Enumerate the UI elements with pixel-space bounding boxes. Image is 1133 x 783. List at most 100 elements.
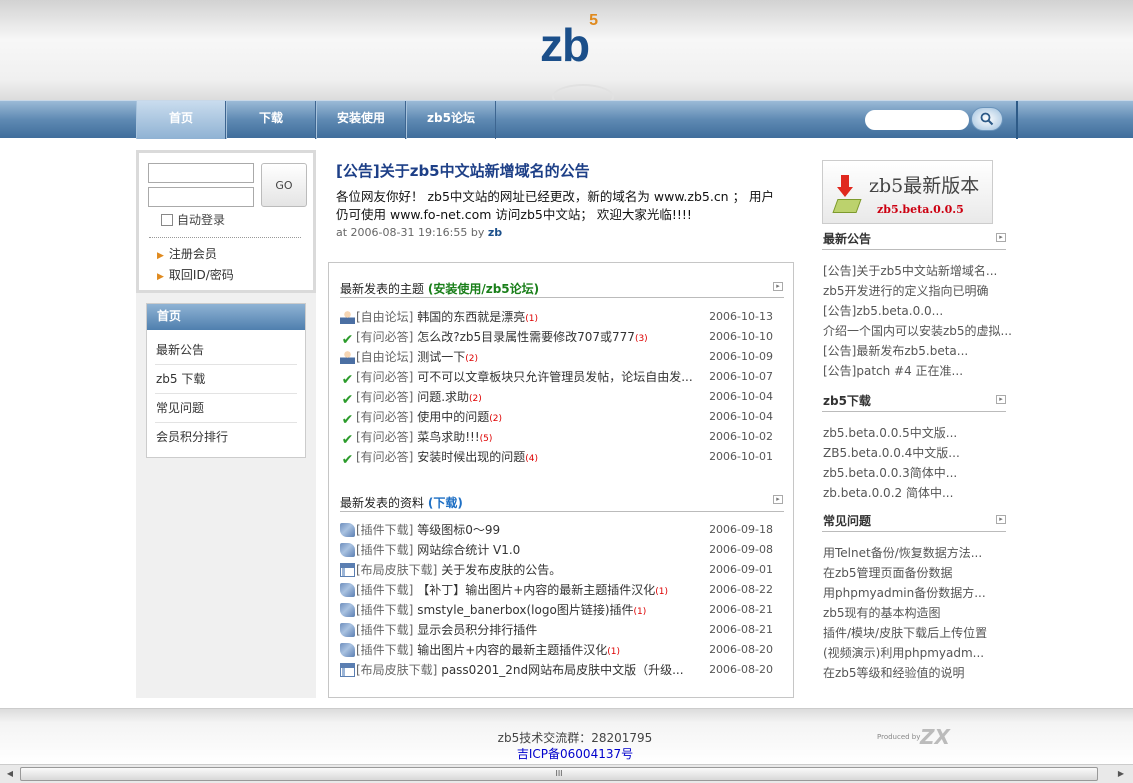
plugin-icon [340,583,355,597]
right-list-item[interactable]: [公告]最新发布zb5.beta... [823,342,968,359]
item-title[interactable]: 可不可以文章板块只允许管理员发帖，论坛自由发... [417,370,692,384]
right-list-item[interactable]: 在zb5等级和经验值的说明 [823,664,965,681]
list-item[interactable]: [插件下载] 显示会员积分排行插件 2006-08-21 [340,620,784,640]
item-title[interactable]: 显示会员积分排行插件 [417,623,537,637]
more-arrow-icon[interactable]: ▸ [996,515,1006,524]
item-date: 2006-10-13 [709,310,773,323]
item-title[interactable]: 韩国的东西就是漂亮 [417,310,525,324]
password-input[interactable] [148,187,254,207]
nav-forum[interactable]: zb5论坛 [406,101,496,139]
list-item[interactable]: [布局皮肤下载] pass0201_2nd网站布局皮肤中文版（升级... 2006… [340,660,784,680]
left-menu-item-ranking[interactable]: 会员积分排行 [155,423,297,452]
right-list-item[interactable]: zb5.beta.0.0.5中文版... [823,424,957,441]
list-item[interactable]: [插件下载] 输出图片+内容的最新主题插件汉化(1) 2006-08-20 [340,640,784,660]
footer-icp-link[interactable]: 吉ICP备06004137号 [0,745,1133,762]
list-item[interactable]: ✔ [有问必答] 使用中的问题(2) 2006-10-04 [340,407,784,427]
right-list-item[interactable]: 插件/模块/皮肤下载后上传位置 [823,624,987,641]
list-item[interactable]: [插件下载] 网站综合统计 V1.0 2006-09-08 [340,540,784,560]
right-list-item[interactable]: 介绍一个国内可以安装zb5的虚拟... [823,322,1012,339]
more-arrow-icon[interactable]: ▸ [996,395,1006,404]
list-item[interactable]: ✔ [有问必答] 菜鸟求助!!!(5) 2006-10-02 [340,427,784,447]
search-button[interactable] [971,107,1003,131]
item-title[interactable]: smstyle_banerbox(logo图片链接)插件 [417,603,633,617]
right-section-title: zb5下载 [823,394,871,408]
item-category: [有问必答] [356,430,414,444]
list-item[interactable]: ✔ [有问必答] 问题.求助(2) 2006-10-04 [340,387,784,407]
plugin-icon [340,543,355,557]
banner-version: zb5.beta.0.0.5 [877,203,964,216]
horizontal-scrollbar[interactable]: ◀ III ▶ [0,764,1133,783]
right-list-item[interactable]: 用phpmyadmin备份数据方... [823,584,986,601]
right-list-item[interactable]: [公告]zb5.beta.0.0... [823,302,943,319]
item-category: [有问必答] [356,370,414,384]
right-list-item[interactable]: 在zb5管理页面备份数据 [823,564,953,581]
left-menu-item-announcements[interactable]: 最新公告 [155,336,297,365]
item-title[interactable]: 测试一下 [417,350,465,364]
reply-count: (3) [634,334,648,344]
reply-count: (2) [465,354,478,364]
section-divider [822,249,1006,250]
more-arrow-icon[interactable]: ▸ [773,495,783,504]
nav-install[interactable]: 安装使用 [316,101,406,139]
list-item[interactable]: ✔ [有问必答] 怎么改?zb5目录属性需要修改707或777(3) 2006-10… [340,327,784,347]
item-category: [有问必答] [356,330,414,344]
announcement-title[interactable]: [公告]关于zb5中文站新增域名的公告 [336,160,590,181]
item-category: [插件下载] [356,623,414,637]
scroll-right-icon[interactable]: ▶ [1113,767,1129,781]
list-item[interactable]: [插件下载] 等级图标0～99 2006-09-18 [340,520,784,540]
more-arrow-icon[interactable]: ▸ [773,282,783,291]
auto-login-checkbox[interactable] [161,213,173,226]
item-title[interactable]: 菜鸟求助!!! [417,430,479,444]
reply-count: (4) [525,454,538,464]
recover-password-link[interactable]: ▶ 取回ID/密码 [157,266,234,283]
item-title[interactable]: 关于发布皮肤的公告。 [441,563,561,577]
reply-count: (2) [489,414,502,424]
announcement-author-link[interactable]: zb [488,226,502,239]
more-arrow-icon[interactable]: ▸ [996,233,1006,242]
nav-home[interactable]: 首页 [136,101,226,139]
right-list-item[interactable]: 用Telnet备份/恢复数据方法... [823,544,982,561]
right-list-item[interactable]: [公告]关于zb5中文站新增域名... [823,262,997,279]
item-title[interactable]: 网站综合统计 V1.0 [417,543,520,557]
nav-download[interactable]: 下载 [226,101,316,139]
latest-version-banner[interactable]: zb5最新版本 zb5.beta.0.0.5 [822,160,993,224]
right-list-item[interactable]: zb5现有的基本构造图 [823,604,941,621]
item-title[interactable]: pass0201_2nd网站布局皮肤中文版（升级... [441,663,683,677]
scrollbar-thumb[interactable]: III [20,767,1098,781]
username-input[interactable] [148,163,254,183]
item-title[interactable]: 【补丁】输出图片+内容的最新主题插件汉化 [417,583,655,597]
right-list-item[interactable]: zb5.beta.0.0.3简体中... [823,464,957,481]
right-list-item[interactable]: zb5开发进行的定义指向已明确 [823,282,989,299]
auto-login-option[interactable]: 自动登录 [161,211,225,228]
list-item[interactable]: [布局皮肤下载] 关于发布皮肤的公告。 2006-09-01 [340,560,784,580]
item-title[interactable]: 问题.求助 [417,390,469,404]
downloads-section-title: 最新发表的资料 (下载) [340,496,463,510]
check-icon: ✔ [341,392,354,408]
item-title[interactable]: 使用中的问题 [417,410,489,424]
right-list-item[interactable]: (视频演示)利用phpmyadm... [823,644,984,661]
item-category: [插件下载] [356,523,414,537]
site-logo[interactable]: zb5 [540,12,598,72]
scroll-left-icon[interactable]: ◀ [2,767,18,781]
list-item[interactable]: [自由论坛] 韩国的东西就是漂亮(1) 2006-10-13 [340,307,784,327]
item-title[interactable]: 输出图片+内容的最新主题插件汉化 [417,643,607,657]
item-category: [布局皮肤下载] [356,563,438,577]
list-item[interactable]: ✔ [有问必答] 安装时候出现的问题(4) 2006-10-01 [340,447,784,467]
list-item[interactable]: ✔ [有问必答] 可不可以文章板块只允许管理员发帖，论坛自由发... 2006-10… [340,367,784,387]
right-list-item[interactable]: zb.beta.0.0.2 简体中... [823,484,953,501]
list-item[interactable]: [插件下载] 【补丁】输出图片+内容的最新主题插件汉化(1) 2006-08-22 [340,580,784,600]
login-go-button[interactable]: GO [261,163,307,207]
right-list-item[interactable]: [公告]patch #4 正在准... [823,362,963,379]
search-input[interactable] [865,110,969,130]
register-link[interactable]: ▶ 注册会员 [157,245,217,262]
check-icon: ✔ [341,372,354,388]
item-title[interactable]: 安装时候出现的问题 [417,450,525,464]
list-item[interactable]: [插件下载] smstyle_banerbox(logo图片链接)插件(1) 20… [340,600,784,620]
left-menu-item-faq[interactable]: 常见问题 [155,394,297,423]
item-title[interactable]: 怎么改?zb5目录属性需要修改707或777 [417,330,635,344]
item-title[interactable]: 等级图标0～99 [417,523,500,537]
right-list-item[interactable]: ZB5.beta.0.0.4中文版... [823,444,960,461]
item-date: 2006-09-18 [709,523,773,536]
left-menu-item-download[interactable]: zb5 下载 [155,365,297,394]
list-item[interactable]: [自由论坛] 测试一下(2) 2006-10-09 [340,347,784,367]
